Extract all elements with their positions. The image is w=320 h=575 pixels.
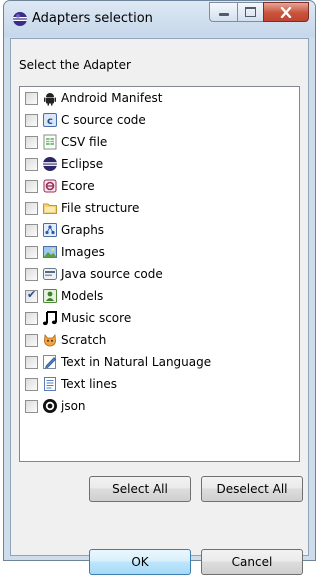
select-adapter-label: Select the Adapter [19,58,131,72]
checkbox[interactable] [25,180,38,193]
ecore-icon [43,179,57,193]
item-label: Text lines [61,377,117,391]
title-bar[interactable]: Adapters selection [4,1,315,37]
list-item[interactable]: Graphs [20,221,299,239]
android-icon [44,93,56,106]
list-item[interactable]: Android Manifest [20,89,299,107]
list-item[interactable]: c C source code [20,111,299,129]
list-item[interactable]: Java source code [20,265,299,283]
caption-buttons [209,2,309,24]
list-item[interactable]: Ecore [20,177,299,195]
java-icon [43,268,57,280]
item-label: Images [61,245,105,259]
window-title: Adapters selection [32,11,153,26]
item-label: Text in Natural Language [61,355,212,369]
checkbox[interactable] [25,158,38,171]
checkbox[interactable] [25,268,38,281]
adapter-list: Android Manifest c C source code CSV fil… [19,86,300,462]
item-label: File structure [61,201,140,215]
text-doc-icon [44,377,56,391]
item-label: Music score [61,311,132,325]
item-label: json [61,399,86,413]
pencil-doc-icon [43,355,57,369]
folder-icon [43,203,57,214]
maximize-icon [245,7,256,17]
item-label: Java source code [61,267,163,281]
item-label: Graphs [61,223,105,237]
list-item[interactable]: Eclipse [20,155,299,173]
app-icon [13,12,27,26]
checkbox[interactable] [25,246,38,259]
list-item[interactable]: Music score [20,309,299,327]
item-label: Eclipse [61,157,104,171]
csv-icon [43,134,57,150]
ok-button[interactable]: OK [89,549,191,575]
minimize-button[interactable] [209,2,237,22]
item-label: Android Manifest [61,91,163,105]
json-icon [43,399,57,413]
graph-icon [43,223,57,237]
close-button[interactable] [263,2,309,22]
cancel-button[interactable]: Cancel [201,549,303,575]
close-icon [280,6,292,18]
checkbox[interactable] [25,334,38,347]
svg-text:c: c [47,116,53,127]
music-note-icon [42,311,57,326]
checkbox-checked[interactable] [25,288,38,303]
checkbox[interactable] [25,92,38,105]
checkbox[interactable] [25,114,38,127]
list-item[interactable]: Text lines [20,375,299,393]
maximize-button[interactable] [237,2,263,22]
item-label: C source code [61,113,146,127]
list-item[interactable]: Text in Natural Language [20,353,299,371]
model-icon [43,289,57,303]
minimize-icon [218,13,229,16]
list-item[interactable]: Models [20,287,299,305]
deselect-all-button[interactable]: Deselect All [201,476,303,502]
list-item[interactable]: json [20,397,299,415]
checkbox[interactable] [25,136,38,149]
list-item[interactable]: Images [20,243,299,261]
eclipse-icon [43,157,57,171]
item-label: CSV file [61,135,108,149]
select-all-button[interactable]: Select All [89,476,191,502]
dialog-body: Select the Adapter Android Manifest c C … [10,38,309,575]
item-label: Models [61,289,104,303]
scratch-cat-icon [44,333,56,347]
list-item[interactable]: CSV file [20,133,299,151]
c-file-icon: c [43,113,57,127]
checkbox[interactable] [25,378,38,391]
checkbox[interactable] [25,224,38,237]
checkbox[interactable] [25,356,38,369]
image-icon [43,246,57,258]
item-label: Ecore [61,179,95,193]
dialog-window: Adapters selection Select the Adapter An… [3,0,316,575]
list-item[interactable]: Scratch [20,331,299,349]
checkbox[interactable] [25,312,38,325]
list-item[interactable]: File structure [20,199,299,217]
checkbox[interactable] [25,202,38,215]
checkbox[interactable] [25,400,38,413]
item-label: Scratch [61,333,107,347]
